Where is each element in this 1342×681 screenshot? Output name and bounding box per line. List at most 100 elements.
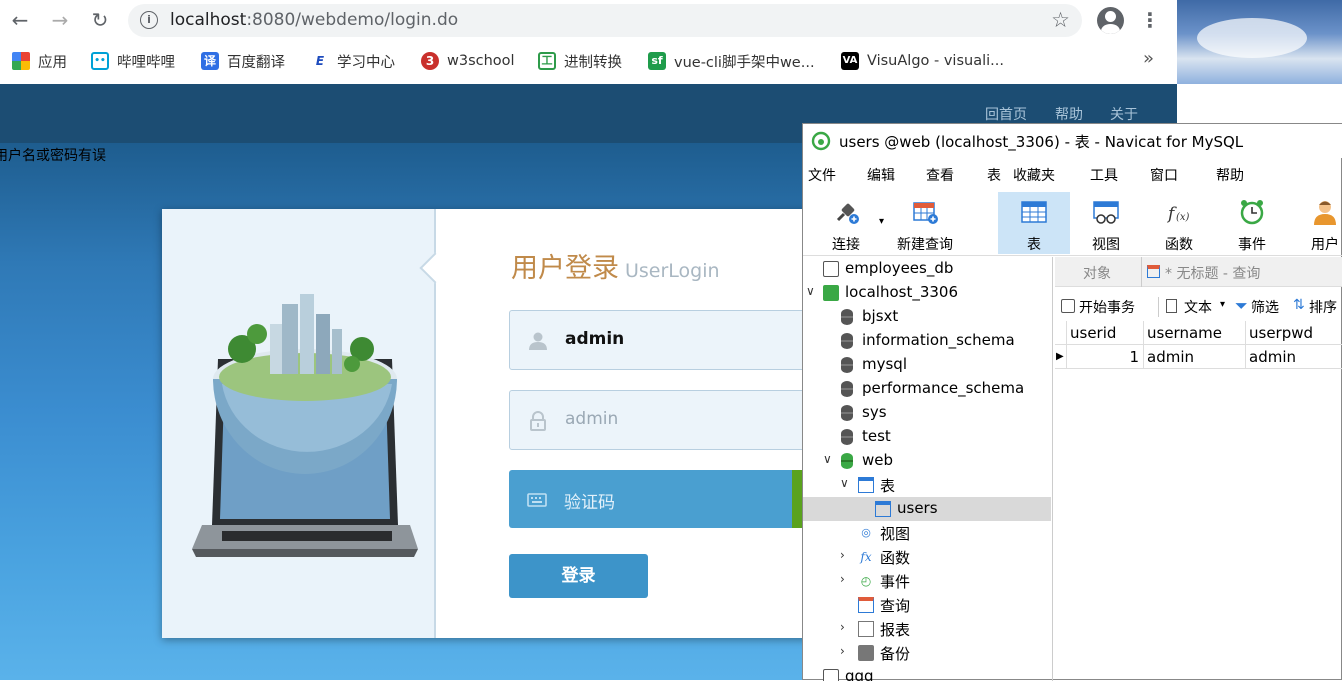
view-icon: ◎ <box>861 526 871 539</box>
address-bar[interactable]: i localhost:8080/webdemo/login.do ☆ <box>128 4 1082 37</box>
connect-button[interactable]: 连接 <box>810 192 882 254</box>
chevron-right-icon[interactable]: › <box>840 644 845 658</box>
grid-corner <box>1055 321 1067 345</box>
menu-tools[interactable]: 工具 <box>1090 165 1118 185</box>
nav-home-link[interactable]: 回首页 <box>985 104 1027 124</box>
tree-item-employees-db[interactable]: employees_db <box>803 257 1051 281</box>
toolbar-divider <box>1158 297 1159 317</box>
nav-about-link[interactable]: 关于 <box>1110 104 1138 124</box>
chevron-right-icon[interactable]: › <box>840 548 845 562</box>
row-indicator-icon: ▶ <box>1055 345 1067 369</box>
captcha-input[interactable]: 验证码 <box>509 470 829 528</box>
tree-item-db-test[interactable]: test <box>803 425 1051 449</box>
nav-help-link[interactable]: 帮助 <box>1055 104 1083 124</box>
view-button[interactable]: 视图 <box>1070 192 1142 254</box>
bookmark-label: w3school <box>447 53 515 69</box>
chevron-down-icon[interactable]: ∨ <box>806 284 815 298</box>
sort-button[interactable]: 排序 <box>1309 297 1337 317</box>
tree-item-table-users[interactable]: users <box>803 497 1051 521</box>
bookmark-learning-center[interactable]: E 学习中心 <box>311 50 395 72</box>
function-label: 函数 <box>1165 237 1193 253</box>
cell-username[interactable]: admin <box>1144 345 1246 369</box>
tree-item-db-bjsxt[interactable]: bjsxt <box>803 305 1051 329</box>
tree-item-reports[interactable]: › 报表 <box>803 617 1051 641</box>
tree-label: 备份 <box>880 645 911 663</box>
tab-untitled-query[interactable]: * 无标题 - 查询 <box>1165 263 1260 283</box>
chevron-down-icon[interactable]: ∨ <box>840 476 849 490</box>
begin-transaction-button[interactable]: 开始事务 <box>1079 297 1135 317</box>
text-dropdown-icon[interactable]: ▾ <box>1220 299 1225 310</box>
tree-item-views[interactable]: ◎ 视图 <box>803 521 1051 545</box>
tree-item-db-web[interactable]: ∨ web <box>803 449 1051 473</box>
filter-icon: ⏷ <box>1235 296 1248 315</box>
menu-file[interactable]: 文件 <box>808 165 836 185</box>
menu-table[interactable]: 表 <box>987 165 1001 185</box>
tree-item-localhost[interactable]: ∨ localhost_3306 <box>803 281 1051 305</box>
table-icon <box>875 501 891 517</box>
cell-userpwd[interactable]: admin <box>1246 345 1342 369</box>
translate-icon: 译 <box>201 52 219 70</box>
menu-edit[interactable]: 编辑 <box>867 165 895 185</box>
account-avatar-icon[interactable] <box>1097 7 1124 34</box>
tree-item-backups[interactable]: › 备份 <box>803 641 1051 665</box>
bookmark-label: vue-cli脚手架中we... <box>674 54 815 71</box>
database-open-icon <box>841 453 853 469</box>
user-button[interactable]: 用户 <box>1289 192 1342 254</box>
function-icon: f (x) <box>1166 204 1190 224</box>
menu-view[interactable]: 查看 <box>926 165 954 185</box>
new-query-icon <box>913 202 938 224</box>
table-button[interactable]: 表 <box>998 192 1070 254</box>
bookmark-vue-cli[interactable]: sf vue-cli脚手架中we... <box>648 50 815 72</box>
tree-item-db-information-schema[interactable]: information_schema <box>803 329 1051 353</box>
tree-item-db-performance-schema[interactable]: performance_schema <box>803 377 1051 401</box>
tree-item-tables[interactable]: ∨ 表 <box>803 473 1051 497</box>
back-icon[interactable]: ← <box>8 8 32 32</box>
menu-favorites[interactable]: 收藏夹 <box>1013 165 1055 185</box>
bookmark-bilibili[interactable]: •• 哔哩哔哩 <box>91 50 175 72</box>
table-icon <box>858 477 874 493</box>
chevron-right-icon[interactable]: › <box>840 620 845 634</box>
view-label: 视图 <box>1092 237 1120 253</box>
forward-icon[interactable]: → <box>48 8 72 32</box>
bookmark-baidu-translate[interactable]: 译 百度翻译 <box>201 50 285 72</box>
browser-menu-icon[interactable]: ⋮ <box>1140 8 1160 32</box>
tree-item-db-sys[interactable]: sys <box>803 401 1051 425</box>
bookmark-apps[interactable]: 应用 <box>12 50 67 72</box>
tab-objects[interactable]: 对象 <box>1083 263 1111 283</box>
tree-item-events[interactable]: › ◴ 事件 <box>803 569 1051 593</box>
bookmarks-overflow-button[interactable]: » <box>1143 48 1154 69</box>
filter-button[interactable]: 筛选 <box>1251 297 1279 317</box>
view-icon <box>1093 201 1119 224</box>
tree-item-qqq[interactable]: qqq <box>803 665 1051 681</box>
bookmark-visualgo[interactable]: VA VisuAlgo - visuali... <box>841 50 1004 72</box>
tree-label: users <box>897 499 938 517</box>
bookmark-star-icon[interactable]: ☆ <box>1051 8 1070 32</box>
username-input[interactable]: admin <box>509 310 829 370</box>
menu-window[interactable]: 窗口 <box>1150 165 1178 185</box>
login-button[interactable]: 登录 <box>509 554 648 598</box>
tree-item-queries[interactable]: 查询 <box>803 593 1051 617</box>
user-person-icon <box>1314 201 1336 225</box>
function-button[interactable]: f (x) 函数 <box>1143 192 1215 254</box>
column-header-username[interactable]: username <box>1144 321 1246 345</box>
password-input[interactable]: admin <box>509 390 829 450</box>
tree-item-functions[interactable]: › fx 函数 <box>803 545 1051 569</box>
event-button[interactable]: 事件 <box>1216 192 1288 254</box>
login-title-en: UserLogin <box>625 260 720 282</box>
chevron-right-icon[interactable]: › <box>840 572 845 586</box>
reload-icon[interactable]: ↻ <box>88 8 112 32</box>
tree-label: employees_db <box>845 259 954 277</box>
connect-dropdown-icon[interactable]: ▾ <box>879 216 884 227</box>
site-info-icon[interactable]: i <box>140 11 158 29</box>
column-header-userid[interactable]: userid <box>1067 321 1144 345</box>
text-view-button[interactable]: 文本 <box>1184 297 1212 317</box>
query-toolbar: 开始事务 文本 ▾ ⏷ 筛选 ⇅ 排序 <box>1055 295 1342 321</box>
bookmark-converter[interactable]: 工 进制转换 <box>538 50 622 72</box>
chevron-down-icon[interactable]: ∨ <box>823 452 832 466</box>
menu-help[interactable]: 帮助 <box>1216 165 1244 185</box>
bookmark-w3school[interactable]: 3 w3school <box>421 50 515 72</box>
column-header-userpwd[interactable]: userpwd <box>1246 321 1342 345</box>
tree-item-db-mysql[interactable]: mysql <box>803 353 1051 377</box>
new-query-button[interactable]: 新建查询 <box>887 192 963 254</box>
cell-userid[interactable]: 1 <box>1067 345 1144 369</box>
